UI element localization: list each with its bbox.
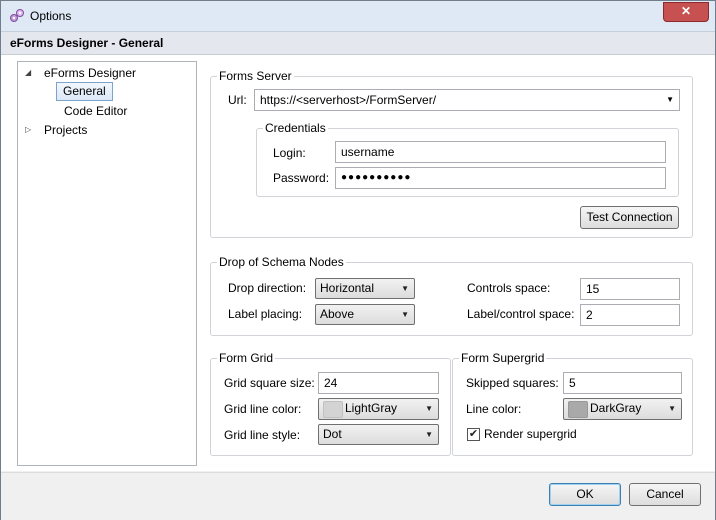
render-supergrid-label[interactable]: Render supergrid [484, 426, 577, 442]
label-placing-value: Above [320, 307, 355, 321]
form-grid-group: Form Grid Grid square size: 24 Grid line… [210, 351, 451, 456]
tree-item-eforms-designer[interactable]: eForms Designer [44, 64, 136, 82]
skipped-squares-input[interactable]: 5 [563, 372, 682, 394]
login-input[interactable]: username [335, 141, 666, 163]
render-supergrid-checkbox[interactable]: ✔ [467, 428, 480, 441]
ok-button[interactable]: OK [549, 483, 621, 506]
grid-line-color-value: LightGray [345, 401, 398, 415]
credentials-group: Credentials Login: username Password: ●●… [256, 121, 679, 197]
supergrid-line-color-label: Line color: [466, 402, 522, 416]
darkgray-swatch-icon [568, 401, 588, 418]
chevron-down-icon: ▼ [401, 284, 409, 293]
label-control-space-label: Label/control space: [467, 307, 575, 321]
expanded-arrow-icon[interactable]: ◢ [25, 68, 35, 78]
drop-schema-title: Drop of Schema Nodes [217, 255, 346, 269]
tree-item-general[interactable]: General [56, 82, 113, 101]
controls-space-label: Controls space: [467, 281, 551, 295]
page-title: eForms Designer - General [10, 36, 164, 50]
drop-direction-select[interactable]: Horizontal ▼ [315, 278, 415, 299]
forms-server-group: Forms Server Url: https://<serverhost>/F… [210, 69, 693, 238]
tree-item-projects[interactable]: Projects [44, 121, 87, 139]
form-grid-title: Form Grid [217, 351, 275, 365]
chevron-down-icon: ▼ [668, 404, 676, 413]
url-value: https://<serverhost>/FormServer/ [260, 93, 437, 107]
url-combo[interactable]: https://<serverhost>/FormServer/ ▼ [254, 89, 680, 111]
tree-item-code-editor[interactable]: Code Editor [64, 102, 127, 120]
url-label: Url: [228, 93, 247, 107]
password-label: Password: [273, 171, 330, 185]
form-supergrid-title: Form Supergrid [459, 351, 547, 365]
grid-line-style-select[interactable]: Dot ▼ [318, 424, 439, 445]
chevron-down-icon[interactable]: ▼ [666, 90, 674, 110]
test-connection-button[interactable]: Test Connection [580, 206, 679, 229]
skipped-squares-label: Skipped squares: [466, 376, 559, 390]
grid-line-color-select[interactable]: LightGray ▼ [318, 398, 439, 420]
drop-direction-value: Horizontal [320, 281, 375, 295]
app-icon [9, 8, 25, 24]
grid-line-style-value: Dot [323, 427, 342, 441]
label-placing-select[interactable]: Above ▼ [315, 304, 415, 325]
login-label: Login: [273, 146, 306, 160]
options-window: Options ✕ eForms Designer - General ◢ eF… [0, 0, 716, 520]
supergrid-line-color-value: DarkGray [590, 401, 642, 415]
close-icon: ✕ [680, 4, 692, 18]
page-header: eForms Designer - General [1, 32, 715, 55]
grid-line-style-label: Grid line style: [224, 428, 301, 442]
password-input[interactable]: ●●●●●●●●●● [335, 167, 666, 189]
credentials-title: Credentials [263, 121, 328, 135]
form-supergrid-group: Form Supergrid Skipped squares: 5 Line c… [452, 351, 693, 456]
grid-square-size-input[interactable]: 24 [318, 372, 439, 394]
cancel-button[interactable]: Cancel [629, 483, 701, 506]
dialog-footer: OK Cancel [1, 472, 715, 520]
window-title: Options [30, 9, 72, 23]
chevron-down-icon: ▼ [425, 404, 433, 413]
collapsed-arrow-icon[interactable]: ▷ [25, 125, 35, 135]
forms-server-title: Forms Server [217, 69, 294, 83]
label-control-space-input[interactable]: 2 [580, 304, 680, 326]
content-area: ◢ eForms Designer General Code Editor ▷ … [1, 55, 715, 471]
lightgray-swatch-icon [323, 401, 343, 418]
chevron-down-icon: ▼ [401, 310, 409, 319]
grid-line-color-label: Grid line color: [224, 402, 302, 416]
title-bar: Options ✕ [1, 1, 715, 32]
label-placing-label: Label placing: [228, 307, 303, 321]
supergrid-line-color-select[interactable]: DarkGray ▼ [563, 398, 682, 420]
options-tree: ◢ eForms Designer General Code Editor ▷ … [17, 61, 197, 466]
controls-space-input[interactable]: 15 [580, 278, 680, 300]
checkmark-icon: ✔ [468, 428, 479, 440]
grid-square-size-label: Grid square size: [224, 376, 315, 390]
chevron-down-icon: ▼ [425, 430, 433, 439]
drop-schema-group: Drop of Schema Nodes Drop direction: Hor… [210, 255, 693, 336]
drop-direction-label: Drop direction: [228, 281, 307, 295]
close-button[interactable]: ✕ [663, 2, 709, 22]
